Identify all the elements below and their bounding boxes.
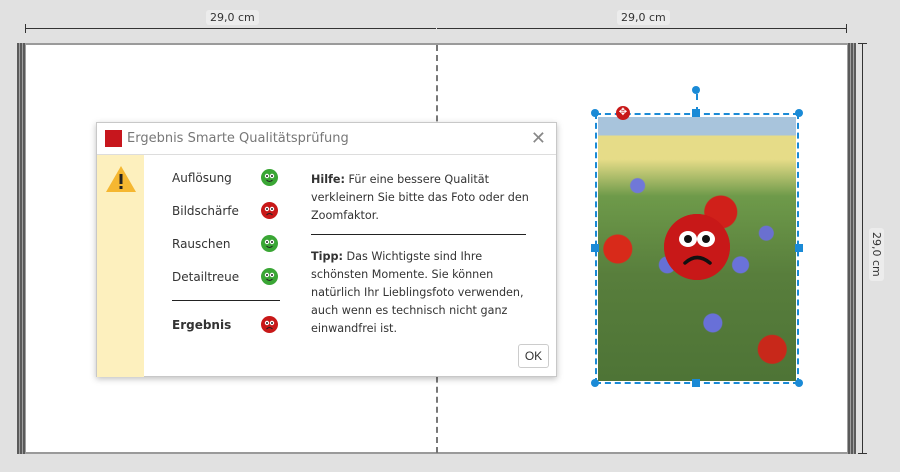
quality-check-dialog: Ergebnis Smarte Qualitätsprüfung ✕ Auflö… bbox=[96, 122, 557, 377]
move-icon[interactable]: ✥ bbox=[616, 106, 630, 120]
ruler-tick bbox=[846, 24, 847, 33]
criterion-label: Rauschen bbox=[172, 237, 231, 251]
resize-handle-left[interactable] bbox=[591, 244, 599, 252]
good-smiley-icon bbox=[261, 268, 278, 285]
tip-text: Tipp: Das Wichtigste sind Ihre schönsten… bbox=[311, 248, 536, 338]
warning-icon bbox=[106, 166, 136, 192]
bad-smiley-icon bbox=[261, 202, 278, 219]
dialog-titlebar: Ergebnis Smarte Qualitätsprüfung ✕ bbox=[97, 123, 556, 155]
ruler-width-right: 29,0 cm bbox=[617, 10, 670, 25]
resize-handle-br[interactable] bbox=[795, 379, 803, 387]
ok-button[interactable]: OK bbox=[518, 344, 549, 368]
good-smiley-icon bbox=[261, 169, 278, 186]
divider bbox=[172, 300, 280, 301]
resize-handle-tr[interactable] bbox=[795, 109, 803, 117]
divider bbox=[311, 234, 526, 235]
good-smiley-icon bbox=[261, 235, 278, 252]
dialog-title: Ergebnis Smarte Qualitätsprüfung bbox=[127, 131, 349, 146]
bad-smiley-icon bbox=[261, 316, 278, 333]
ruler-height: 29,0 cm bbox=[869, 228, 884, 281]
resize-handle-top[interactable] bbox=[692, 109, 700, 117]
bad-quality-face-icon bbox=[664, 214, 730, 280]
page-edge-right bbox=[847, 43, 856, 454]
ruler-tick bbox=[25, 24, 26, 33]
close-icon[interactable]: ✕ bbox=[531, 128, 546, 149]
help-text: Hilfe: Für eine bessere Qualität verklei… bbox=[311, 171, 536, 225]
resize-handle-right[interactable] bbox=[795, 244, 803, 252]
resize-handle-bottom[interactable] bbox=[692, 379, 700, 387]
cewe-logo bbox=[105, 130, 122, 147]
help-label: Hilfe: bbox=[311, 173, 345, 186]
ruler-tick bbox=[858, 453, 867, 454]
ruler-tick bbox=[858, 43, 867, 44]
rotate-handle[interactable] bbox=[692, 86, 700, 94]
resize-handle-tl[interactable] bbox=[591, 109, 599, 117]
ruler-width-left: 29,0 cm bbox=[206, 10, 259, 25]
page-edge-left bbox=[17, 43, 26, 454]
criterion-label: Auflösung bbox=[172, 171, 232, 185]
ruler-line-right bbox=[437, 28, 847, 29]
ruler-line-left bbox=[25, 28, 436, 29]
criterion-label: Bildschärfe bbox=[172, 204, 239, 218]
resize-handle-bl[interactable] bbox=[591, 379, 599, 387]
result-label: Ergebnis bbox=[172, 318, 232, 332]
ruler-line-vertical bbox=[862, 43, 863, 454]
tip-label: Tipp: bbox=[311, 250, 343, 263]
criterion-label: Detailtreue bbox=[172, 270, 240, 284]
tip-body: Das Wichtigste sind Ihre schönsten Momen… bbox=[311, 250, 524, 335]
